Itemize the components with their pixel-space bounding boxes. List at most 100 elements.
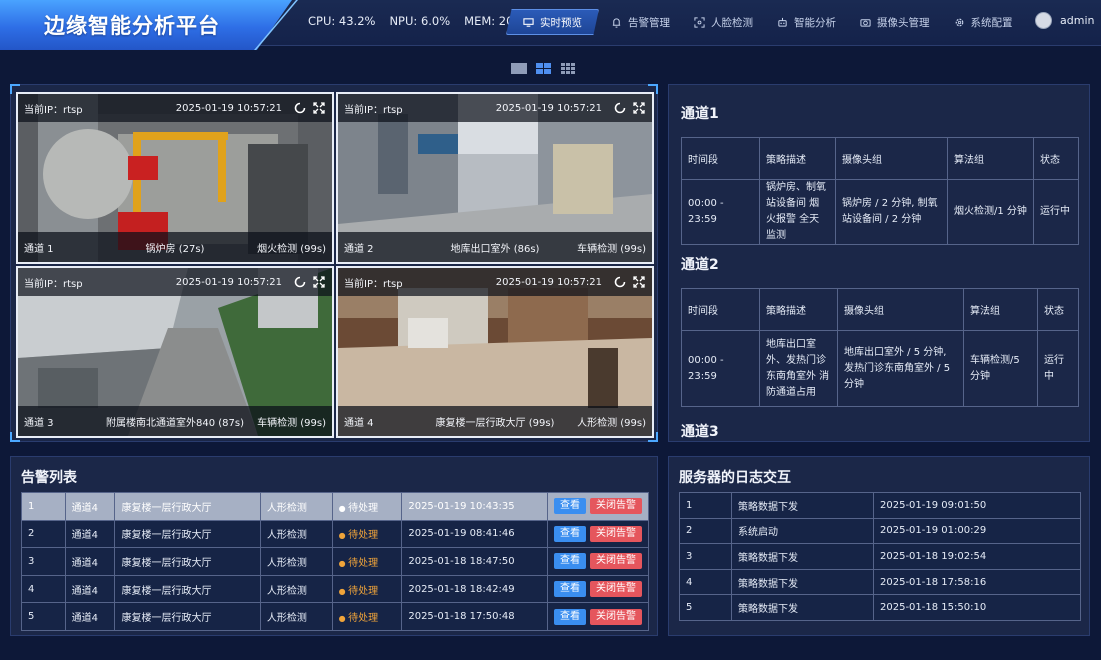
camera-channel: 通道 4 (344, 417, 374, 429)
video-grid: 当前IP：rtsp 2025-01-19 10:57:21 通道 1 锅炉房 (… (16, 92, 654, 438)
cell-time: 00:00 - 23:59 (681, 179, 760, 245)
close-alarm-button[interactable]: 关闭告警 (590, 525, 642, 542)
view-alarm-button[interactable]: 查看 (554, 498, 586, 515)
nav-alarm-management[interactable]: 告警管理 (599, 9, 682, 35)
camera-tile-4[interactable]: 当前IP：rtsp 2025-01-19 10:57:21 通道 4 康复楼一层… (336, 266, 654, 438)
refresh-icon[interactable] (613, 275, 627, 289)
camera-tile-3[interactable]: 当前IP：rtsp 2025-01-19 10:57:21 通道 3 附属楼南北… (16, 266, 334, 438)
channel-strategy-table: 时间段 策略描述 摄像头组 算法组 状态 00:00 - 23:59 地库出口室… (681, 288, 1079, 407)
channel-section-1: 通道1 时间段 策略描述 摄像头组 算法组 状态 00:00 - 23:59 锅… (681, 103, 1079, 245)
nav-label: 人脸检测 (711, 16, 753, 29)
view-alarm-button[interactable]: 查看 (554, 553, 586, 570)
table-row: 00:00 - 23:59 锅炉房、制氧站设备间 烟火报警 全天监测 锅炉房 /… (681, 179, 1079, 245)
cell-index: 4 (21, 574, 66, 604)
camera-header: 当前IP：rtsp 2025-01-19 10:57:21 (338, 268, 652, 296)
camera-algorithm: 烟火检测 (99s) (257, 243, 326, 255)
fullscreen-icon[interactable] (312, 275, 326, 289)
camera-icon (860, 18, 871, 27)
cell-channel: 通道4 (64, 492, 116, 521)
header-camera-group: 摄像头组 (837, 288, 964, 331)
alarm-list-panel: 告警列表 1通道4康复楼一层行政大厅人形检测待处理2025-01-19 10:4… (10, 456, 658, 636)
close-alarm-button[interactable]: 关闭告警 (590, 608, 642, 625)
cell-status: 运行中 (1033, 179, 1079, 245)
table-row: 3 策略数据下发 2025-01-18 19:02:54 (679, 543, 1081, 570)
table-row[interactable]: 5通道4康复楼一层行政大厅人形检测待处理2025-01-18 17:50:48查… (21, 602, 649, 631)
cell-type: 人形检测 (259, 492, 333, 521)
view-alarm-button[interactable]: 查看 (554, 581, 586, 598)
camera-tile-2[interactable]: 当前IP：rtsp 2025-01-19 10:57:21 通道 2 地库出口室… (336, 92, 654, 264)
layout-nine-button[interactable] (561, 63, 577, 74)
avatar (1035, 12, 1052, 29)
nav-smart-analysis[interactable]: 智能分析 (765, 9, 848, 35)
cell-index: 2 (679, 517, 732, 545)
refresh-icon[interactable] (293, 101, 307, 115)
fullscreen-icon[interactable] (632, 275, 646, 289)
robot-icon (778, 17, 787, 27)
user-menu[interactable]: admin (1035, 12, 1094, 29)
camera-channel: 通道 2 (344, 243, 374, 255)
header-status: 状态 (1033, 137, 1079, 180)
cell-actions: 查看 关闭告警 (547, 519, 649, 549)
cell-type: 人形检测 (259, 547, 333, 576)
refresh-icon[interactable] (293, 275, 307, 289)
server-log-table: 1 策略数据下发 2025-01-19 09:01:50 2 系统启动 2025-01-1… (679, 492, 1081, 621)
bell-icon (612, 17, 621, 28)
close-alarm-button[interactable]: 关闭告警 (590, 498, 642, 515)
cell-channel: 通道4 (64, 602, 116, 631)
refresh-icon[interactable] (613, 101, 627, 115)
nav-system-config[interactable]: 系统配置 (942, 9, 1025, 35)
nav-live-preview[interactable]: 实时预览 (506, 9, 599, 35)
table-row[interactable]: 2通道4康复楼一层行政大厅人形检测待处理2025-01-19 08:41:46查… (21, 519, 649, 549)
fullscreen-icon[interactable] (312, 101, 326, 115)
channel-title: 通道3 (681, 424, 719, 440)
app-title: 边缘智能分析平台 (44, 14, 220, 38)
cell-channel: 通道4 (64, 574, 116, 604)
camera-tile-1[interactable]: 当前IP：rtsp 2025-01-19 10:57:21 通道 1 锅炉房 (… (16, 92, 334, 264)
cell-time: 2025-01-18 18:47:50 (401, 547, 548, 576)
nav-camera-management[interactable]: 摄像头管理 (848, 9, 942, 35)
cell-location: 康复楼一层行政大厅 (114, 519, 261, 549)
view-alarm-button[interactable]: 查看 (554, 525, 586, 542)
cell-camera-group: 锅炉房 / 2 分钟, 制氧站设备间 / 2 分钟 (835, 179, 948, 245)
cell-status: 待处理 (331, 602, 403, 631)
view-alarm-button[interactable]: 查看 (554, 608, 586, 625)
cell-actions: 查看 关闭告警 (547, 574, 649, 604)
table-row[interactable]: 4通道4康复楼一层行政大厅人形检测待处理2025-01-18 18:42:49查… (21, 574, 649, 604)
cell-event: 系统启动 (731, 517, 874, 545)
cell-index: 4 (679, 568, 732, 596)
table-header-row: 时间段 策略描述 摄像头组 算法组 状态 (681, 137, 1079, 180)
table-row[interactable]: 3通道4康复楼一层行政大厅人形检测待处理2025-01-18 18:47:50查… (21, 547, 649, 576)
camera-algorithm: 人形检测 (99s) (577, 417, 646, 429)
channel-title: 通道2 (681, 257, 719, 273)
header-time: 时间段 (681, 288, 760, 331)
cell-time: 2025-01-18 18:42:49 (401, 574, 548, 604)
nav-label: 实时预览 (540, 16, 582, 29)
camera-footer: 通道 2 地库出口室外 (86s) 车辆检测 (99s) (338, 232, 652, 262)
cpu-usage: CPU: 43.2% (308, 14, 376, 28)
main-nav: 实时预览 告警管理 人脸检测 智能分析 摄像头管理 系统配置 (506, 9, 1025, 35)
cell-location: 康复楼一层行政大厅 (114, 492, 261, 521)
table-row[interactable]: 1通道4康复楼一层行政大厅人形检测待处理2025-01-19 10:43:35查… (21, 492, 649, 521)
alarm-table: 1通道4康复楼一层行政大厅人形检测待处理2025-01-19 10:43:35查… (21, 492, 649, 631)
cell-index: 5 (679, 594, 732, 621)
cell-type: 人形检测 (259, 602, 333, 631)
cell-channel: 通道4 (64, 519, 116, 549)
camera-header: 当前IP：rtsp 2025-01-19 10:57:21 (18, 268, 332, 296)
fullscreen-icon[interactable] (632, 101, 646, 115)
gear-icon (955, 18, 963, 26)
camera-footer: 通道 1 锅炉房 (27s) 烟火检测 (99s) (18, 232, 332, 262)
cell-time: 2025-01-18 17:50:48 (401, 602, 548, 631)
cell-status: 待处理 (331, 547, 403, 576)
layout-single-button[interactable] (511, 63, 527, 74)
nav-label: 告警管理 (628, 16, 670, 29)
camera-ip: 当前IP：rtsp (24, 104, 83, 116)
table-header-row: 时间段 策略描述 摄像头组 算法组 状态 (681, 288, 1079, 331)
nav-face-detection[interactable]: 人脸检测 (682, 9, 765, 35)
layout-quad-button[interactable] (536, 63, 552, 74)
camera-header: 当前IP：rtsp 2025-01-19 10:57:21 (338, 94, 652, 122)
server-log-title: 服务器的日志交互 (679, 470, 791, 486)
close-alarm-button[interactable]: 关闭告警 (590, 581, 642, 598)
close-alarm-button[interactable]: 关闭告警 (590, 553, 642, 570)
camera-footer: 通道 4 康复楼一层行政大厅 (99s) 人形检测 (99s) (338, 406, 652, 436)
cell-time: 2025-01-19 09:01:50 (873, 492, 1081, 519)
